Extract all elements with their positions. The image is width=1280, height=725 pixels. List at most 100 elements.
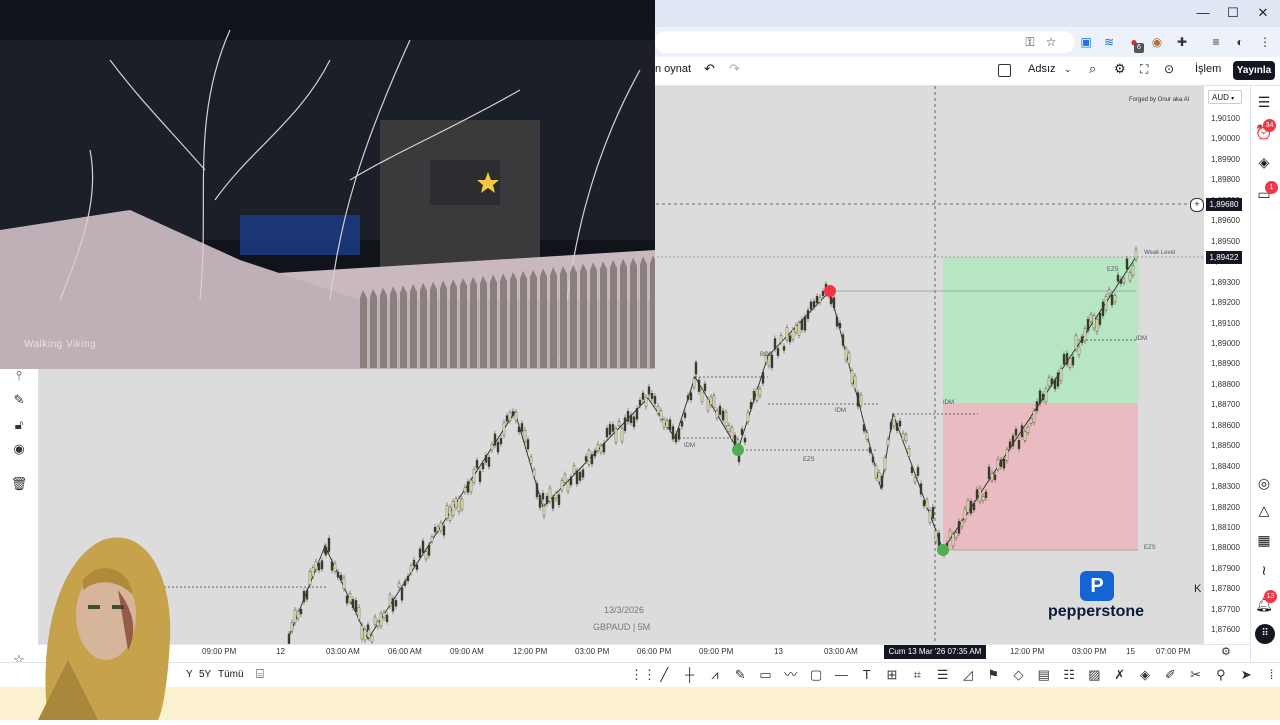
- add-alert-plus-icon[interactable]: +: [1190, 198, 1204, 212]
- eye-icon[interactable]: ◉: [9, 441, 29, 459]
- settings-gear-icon[interactable]: ⚙: [1221, 645, 1231, 658]
- candle-body: [819, 297, 821, 302]
- diamond-icon[interactable]: ◇: [1010, 666, 1028, 684]
- candle-body: [585, 457, 587, 462]
- redo-icon[interactable]: ↷: [729, 61, 740, 77]
- fullscreen-icon[interactable]: ⛶: [1140, 62, 1148, 77]
- price-tick-label: 1,88200: [1211, 503, 1240, 512]
- candle-body: [476, 460, 478, 468]
- trash-icon[interactable]: 🗑︎: [9, 476, 29, 494]
- candle-body: [343, 578, 345, 589]
- rectangle-icon[interactable]: ▭: [757, 666, 775, 684]
- loss-zone[interactable]: [943, 403, 1138, 550]
- hline-icon[interactable]: —: [832, 666, 850, 684]
- fence-picket: [650, 255, 655, 368]
- broadcast-icon[interactable]: ≀: [1254, 560, 1274, 580]
- fib-icon[interactable]: ⩘: [706, 666, 724, 684]
- flag-icon[interactable]: ⚑: [984, 666, 1002, 684]
- sliders-icon[interactable]: ☷: [1060, 666, 1078, 684]
- text-icon[interactable]: T: [858, 666, 876, 684]
- xabcd-icon[interactable]: ✗: [1111, 666, 1129, 684]
- date-range-icon[interactable]: ⌸: [256, 666, 264, 682]
- layers-icon[interactable]: ◈: [1254, 152, 1274, 172]
- watchlist-icon[interactable]: ☰: [1254, 92, 1274, 112]
- triangle-icon[interactable]: ◿: [959, 666, 977, 684]
- key-icon[interactable]: ⚿: [1021, 33, 1039, 51]
- webcam-video-overlay[interactable]: Walking Viking: [0, 0, 655, 369]
- currency-selector[interactable]: AUD ▾: [1208, 90, 1242, 104]
- time-tick-label: 12:00 PM: [513, 647, 547, 656]
- layout-icon[interactable]: [998, 64, 1011, 77]
- image-icon[interactable]: ▨: [1085, 666, 1103, 684]
- puzzle-icon[interactable]: ✚: [1173, 33, 1191, 51]
- tree-icon[interactable]: ⚲: [1212, 666, 1230, 684]
- candle-body: [908, 448, 910, 456]
- ideas-icon[interactable]: △: [1254, 500, 1274, 520]
- profit-zone[interactable]: [943, 257, 1138, 403]
- idm-label-4: IDM: [1136, 336, 1147, 342]
- url-field[interactable]: [655, 31, 1075, 53]
- range-partial-button[interactable]: Y: [186, 669, 193, 680]
- lock-icon[interactable]: 🔓︎: [9, 417, 29, 435]
- path-icon[interactable]: 〰: [782, 666, 800, 684]
- swing-low-marker-2[interactable]: [937, 544, 949, 556]
- candle-body: [777, 348, 779, 355]
- replay-button[interactable]: n oynat: [655, 63, 691, 75]
- close-window-button[interactable]: ✕: [1252, 4, 1274, 22]
- layout-name[interactable]: Adsız: [1028, 63, 1056, 75]
- magnet-icon[interactable]: ⫯: [9, 368, 29, 386]
- candle-body: [1120, 279, 1122, 283]
- note-icon[interactable]: ▢: [807, 666, 825, 684]
- candle-body: [725, 412, 727, 426]
- swing-low-marker-1[interactable]: [732, 444, 744, 456]
- range-5y-button[interactable]: 5Y: [199, 669, 211, 680]
- trendline-icon[interactable]: ╱: [655, 666, 673, 684]
- list-icon[interactable]: ☰: [934, 666, 952, 684]
- apps-grid-icon[interactable]: ⠿: [1255, 624, 1275, 644]
- scissors-icon[interactable]: ✂: [1187, 666, 1205, 684]
- queue-icon[interactable]: ≡: [1207, 33, 1225, 51]
- publish-button[interactable]: Yayınla: [1233, 61, 1275, 80]
- camera-icon[interactable]: ⊙: [1164, 62, 1174, 76]
- candle-body: [690, 393, 692, 400]
- profile-icon[interactable]: ◐: [1231, 33, 1249, 51]
- candle-body: [325, 547, 327, 555]
- candle-body: [967, 500, 969, 512]
- brush-icon[interactable]: ✎: [731, 666, 749, 684]
- dots-handle-icon[interactable]: ⋮⋮: [630, 666, 648, 684]
- cursor-icon[interactable]: ➤: [1237, 666, 1255, 684]
- calendar-icon[interactable]: ▦: [1254, 530, 1274, 550]
- star-icon[interactable]: ☆: [1042, 33, 1060, 51]
- minimize-button[interactable]: —: [1192, 4, 1214, 22]
- wave-icon[interactable]: ≋: [1100, 33, 1118, 51]
- target-icon[interactable]: ◎: [1254, 473, 1274, 493]
- undo-icon[interactable]: ↶: [704, 61, 715, 77]
- maximize-button[interactable]: ☐: [1222, 4, 1244, 22]
- kebab-menu-icon[interactable]: ⋮: [1256, 33, 1274, 51]
- cast-icon[interactable]: ▣: [1077, 33, 1095, 51]
- candle-body: [306, 590, 308, 599]
- pepperstone-logo-mark: P: [1080, 571, 1114, 601]
- trade-button[interactable]: İşlem: [1195, 63, 1221, 75]
- crosshair-icon[interactable]: ┼: [681, 666, 699, 684]
- table-icon[interactable]: ▤: [1035, 666, 1053, 684]
- more-icon[interactable]: ⁞: [1263, 666, 1280, 684]
- date-watermark: 13/3/2026: [604, 605, 644, 615]
- eraser-icon[interactable]: ◈: [1136, 666, 1154, 684]
- quick-search-icon[interactable]: ⌕: [1089, 61, 1096, 77]
- candle-body: [713, 396, 715, 408]
- ruler-icon[interactable]: ⊞: [883, 666, 901, 684]
- pen-icon[interactable]: ✐: [1161, 666, 1179, 684]
- range-all-button[interactable]: Tümü: [218, 669, 244, 680]
- candle-body: [567, 482, 569, 491]
- candle-body: [985, 492, 987, 498]
- candle-body: [609, 424, 611, 434]
- cookie-icon[interactable]: ◉: [1148, 33, 1166, 51]
- chevron-down-icon[interactable]: ⌄: [1064, 64, 1072, 75]
- candle-body: [1012, 436, 1014, 446]
- pencil-lock-icon[interactable]: ✎: [9, 392, 29, 410]
- candle-body: [494, 434, 496, 445]
- settings-gear-icon[interactable]: ⚙: [1114, 61, 1126, 77]
- swing-high-marker[interactable]: [824, 285, 836, 297]
- pattern-icon[interactable]: ⌗: [908, 666, 926, 684]
